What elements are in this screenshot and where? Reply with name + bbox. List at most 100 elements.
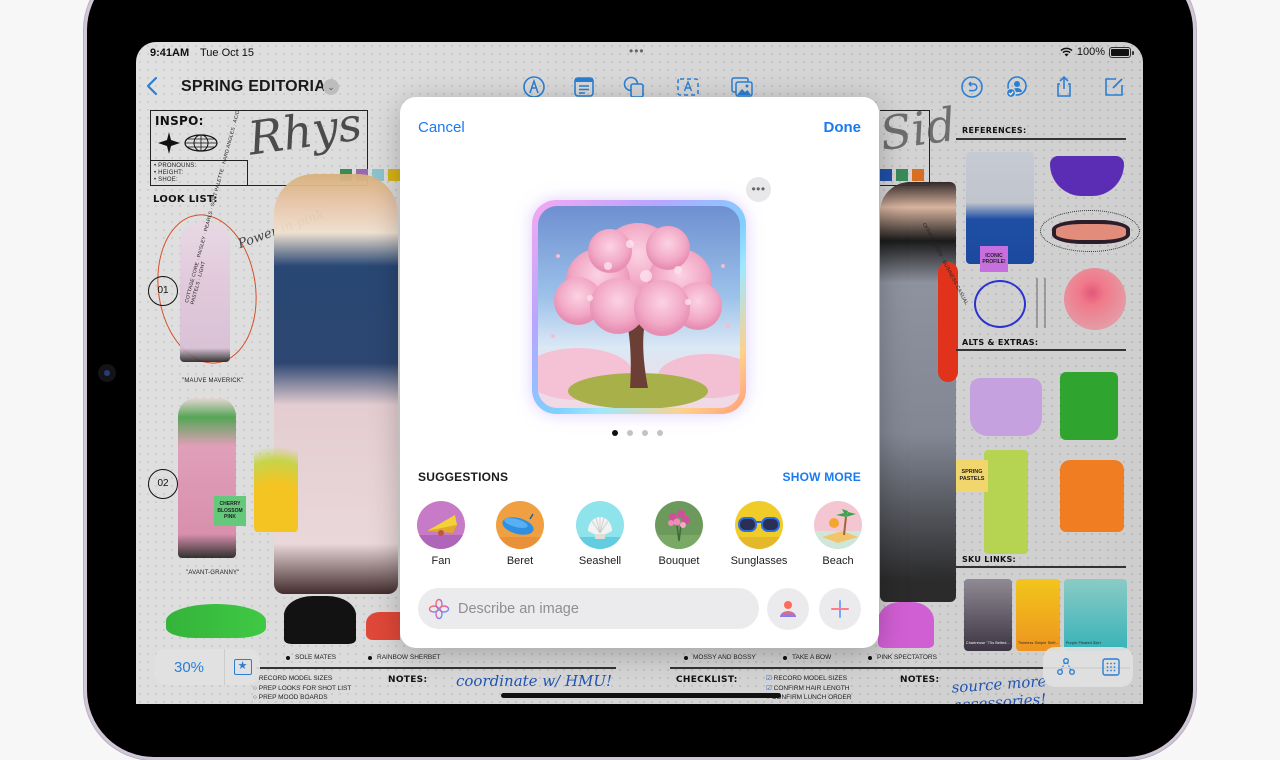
inspo-heading: INSPO:: [155, 114, 204, 128]
bouquet-icon: [655, 510, 703, 549]
battery-icon: [1109, 46, 1134, 58]
shoe-label-pink-spectators: PINK SPECTATORS: [868, 654, 937, 661]
note-icon: [574, 77, 594, 97]
zoom-level-button[interactable]: 30%: [154, 659, 224, 676]
black-platforms-photo: [284, 596, 356, 644]
suggestion-label: Seashell: [578, 555, 622, 567]
scenes-button[interactable]: [1043, 657, 1088, 677]
page-dot-active[interactable]: [612, 430, 618, 436]
color-swatch-right: [912, 169, 924, 181]
page-dot[interactable]: [657, 430, 663, 436]
add-concept-button[interactable]: [819, 588, 861, 630]
grid-view-button[interactable]: [1088, 658, 1133, 676]
suggestions-row: Fan Beret Seashell Bouquet Sunglasses Be…: [400, 501, 879, 571]
checklist-item[interactable]: ○ RECORD MODEL SIZES: [253, 674, 351, 684]
cancel-button[interactable]: Cancel: [418, 119, 465, 136]
text-box-button[interactable]: [676, 75, 700, 99]
look-list-heading: LOOK LIST:: [153, 194, 218, 205]
sunglasses-icon: [735, 517, 783, 549]
office-siren-model-photo[interactable]: [880, 182, 956, 602]
sku-card[interactable]: Chartreuse "70s Belted...: [964, 579, 1012, 651]
suggestion-beach[interactable]: Beach: [803, 501, 873, 567]
divider: [256, 667, 616, 669]
suggestion-sunglasses[interactable]: Sunglasses: [724, 501, 794, 567]
collaborate-button[interactable]: [1004, 75, 1028, 99]
sticky-cherry-blossom[interactable]: CHERRY BLOSSOM PINK: [214, 496, 246, 526]
suggestion-seashell[interactable]: Seashell: [565, 501, 635, 567]
multitasking-menu-icon[interactable]: •••: [629, 44, 645, 58]
suggestion-label: Beret: [506, 555, 534, 567]
pen-tool-icon: [523, 76, 545, 98]
checklist-right: ☑ RECORD MODEL SIZES ☑ CONFIRM HAIR LENG…: [766, 674, 852, 703]
beret-thumbnail: [496, 501, 544, 549]
look-02-photo[interactable]: [178, 398, 236, 558]
checklist-item[interactable]: ○ PREP MOOD BOARDS: [253, 693, 351, 703]
favorite-button[interactable]: ★: [225, 659, 260, 675]
shapes-button[interactable]: [622, 75, 646, 99]
text-box-icon: [677, 78, 699, 96]
title-menu-chevron-icon[interactable]: ⌄: [323, 79, 339, 95]
blue-cord-photo: [974, 280, 1026, 328]
status-bar: 9:41AM Tue Oct 15 ••• 100%: [136, 42, 1143, 64]
checklist-heading: CHECKLIST:: [676, 675, 738, 685]
page-indicator: [612, 430, 663, 436]
generated-image: [538, 206, 740, 408]
back-button[interactable]: [146, 76, 158, 102]
checklist-item[interactable]: ○ PREP LOOKS FOR SHOT LIST: [253, 684, 351, 694]
checklist-item-checked[interactable]: ☑ CONFIRM HAIR LENGTH: [766, 684, 852, 694]
sku-card[interactable]: Purple Pleated Skirt: [1064, 579, 1127, 651]
signature-sid: Sid: [876, 96, 960, 162]
look-number-02: 02: [148, 469, 178, 499]
describe-image-field[interactable]: [418, 588, 759, 629]
checklist-left: ○ RECORD MODEL SIZES ○ PREP LOOKS FOR SH…: [253, 674, 351, 703]
suggestion-label: Fan: [431, 555, 451, 567]
sku-card[interactable]: Timeless Simple Shift...: [1016, 579, 1060, 651]
media-button[interactable]: [730, 75, 754, 99]
sticky-note-button[interactable]: [572, 75, 596, 99]
board-navigation-control: [1043, 647, 1133, 687]
chevron-left-icon: [146, 76, 158, 96]
describe-image-input[interactable]: [458, 600, 738, 617]
globe-icon: [184, 134, 218, 152]
image-playground-sheet: Cancel Done ••• SUGGESTIONS SHOW MORE Fa…: [400, 97, 879, 648]
suggestion-bouquet[interactable]: Bouquet: [644, 501, 714, 567]
sunglasses-thumbnail: [735, 501, 783, 549]
media-icon: [731, 77, 753, 97]
done-button[interactable]: Done: [824, 119, 862, 136]
pen-tool-button[interactable]: [522, 75, 546, 99]
star-icon: ★: [233, 659, 252, 675]
page-dot[interactable]: [627, 430, 633, 436]
checklist-item-checked[interactable]: ☑ RECORD MODEL SIZES: [766, 674, 852, 684]
alts-extras-heading: ALTS & EXTRAS:: [962, 338, 1039, 347]
show-more-button[interactable]: SHOW MORE: [783, 470, 861, 484]
fan-thumbnail: [417, 501, 465, 549]
status-time: 9:41AM: [150, 47, 190, 59]
divider: [956, 349, 1126, 351]
suggestion-fan[interactable]: Fan: [406, 501, 476, 567]
page-dot[interactable]: [642, 430, 648, 436]
person-icon: [780, 601, 796, 617]
red-sneakers-photo: [366, 612, 400, 640]
fan-icon: [417, 515, 465, 549]
shoe-label-mossy-and-bossy: MOSSY AND BOSSY: [684, 654, 756, 661]
more-options-button[interactable]: •••: [746, 177, 771, 202]
purple-sunglasses-photo: [1050, 156, 1124, 196]
sticky-spring-pastels[interactable]: SPRING PASTELS: [956, 460, 988, 492]
beach-icon: [814, 509, 862, 549]
share-button[interactable]: [1052, 75, 1076, 99]
home-indicator[interactable]: [501, 693, 781, 698]
sticky-iconic-profile[interactable]: ICONIC PROFILE!: [980, 246, 1008, 272]
suggestion-beret[interactable]: Beret: [485, 501, 555, 567]
generated-image-frame[interactable]: [532, 200, 746, 414]
seashell-thumbnail: [576, 501, 624, 549]
suggestion-label: Bouquet: [658, 555, 700, 567]
board-title[interactable]: SPRING EDITORIAL: [181, 78, 336, 96]
earrings-photo: [1028, 278, 1054, 328]
undo-button[interactable]: [960, 75, 984, 99]
status-date: Tue Oct 15: [200, 47, 255, 59]
add-person-button[interactable]: [767, 588, 809, 630]
image-playground-icon: [428, 598, 450, 619]
look-number-01: 01: [148, 276, 178, 306]
divider: [956, 566, 1126, 568]
new-board-button[interactable]: [1102, 75, 1126, 99]
